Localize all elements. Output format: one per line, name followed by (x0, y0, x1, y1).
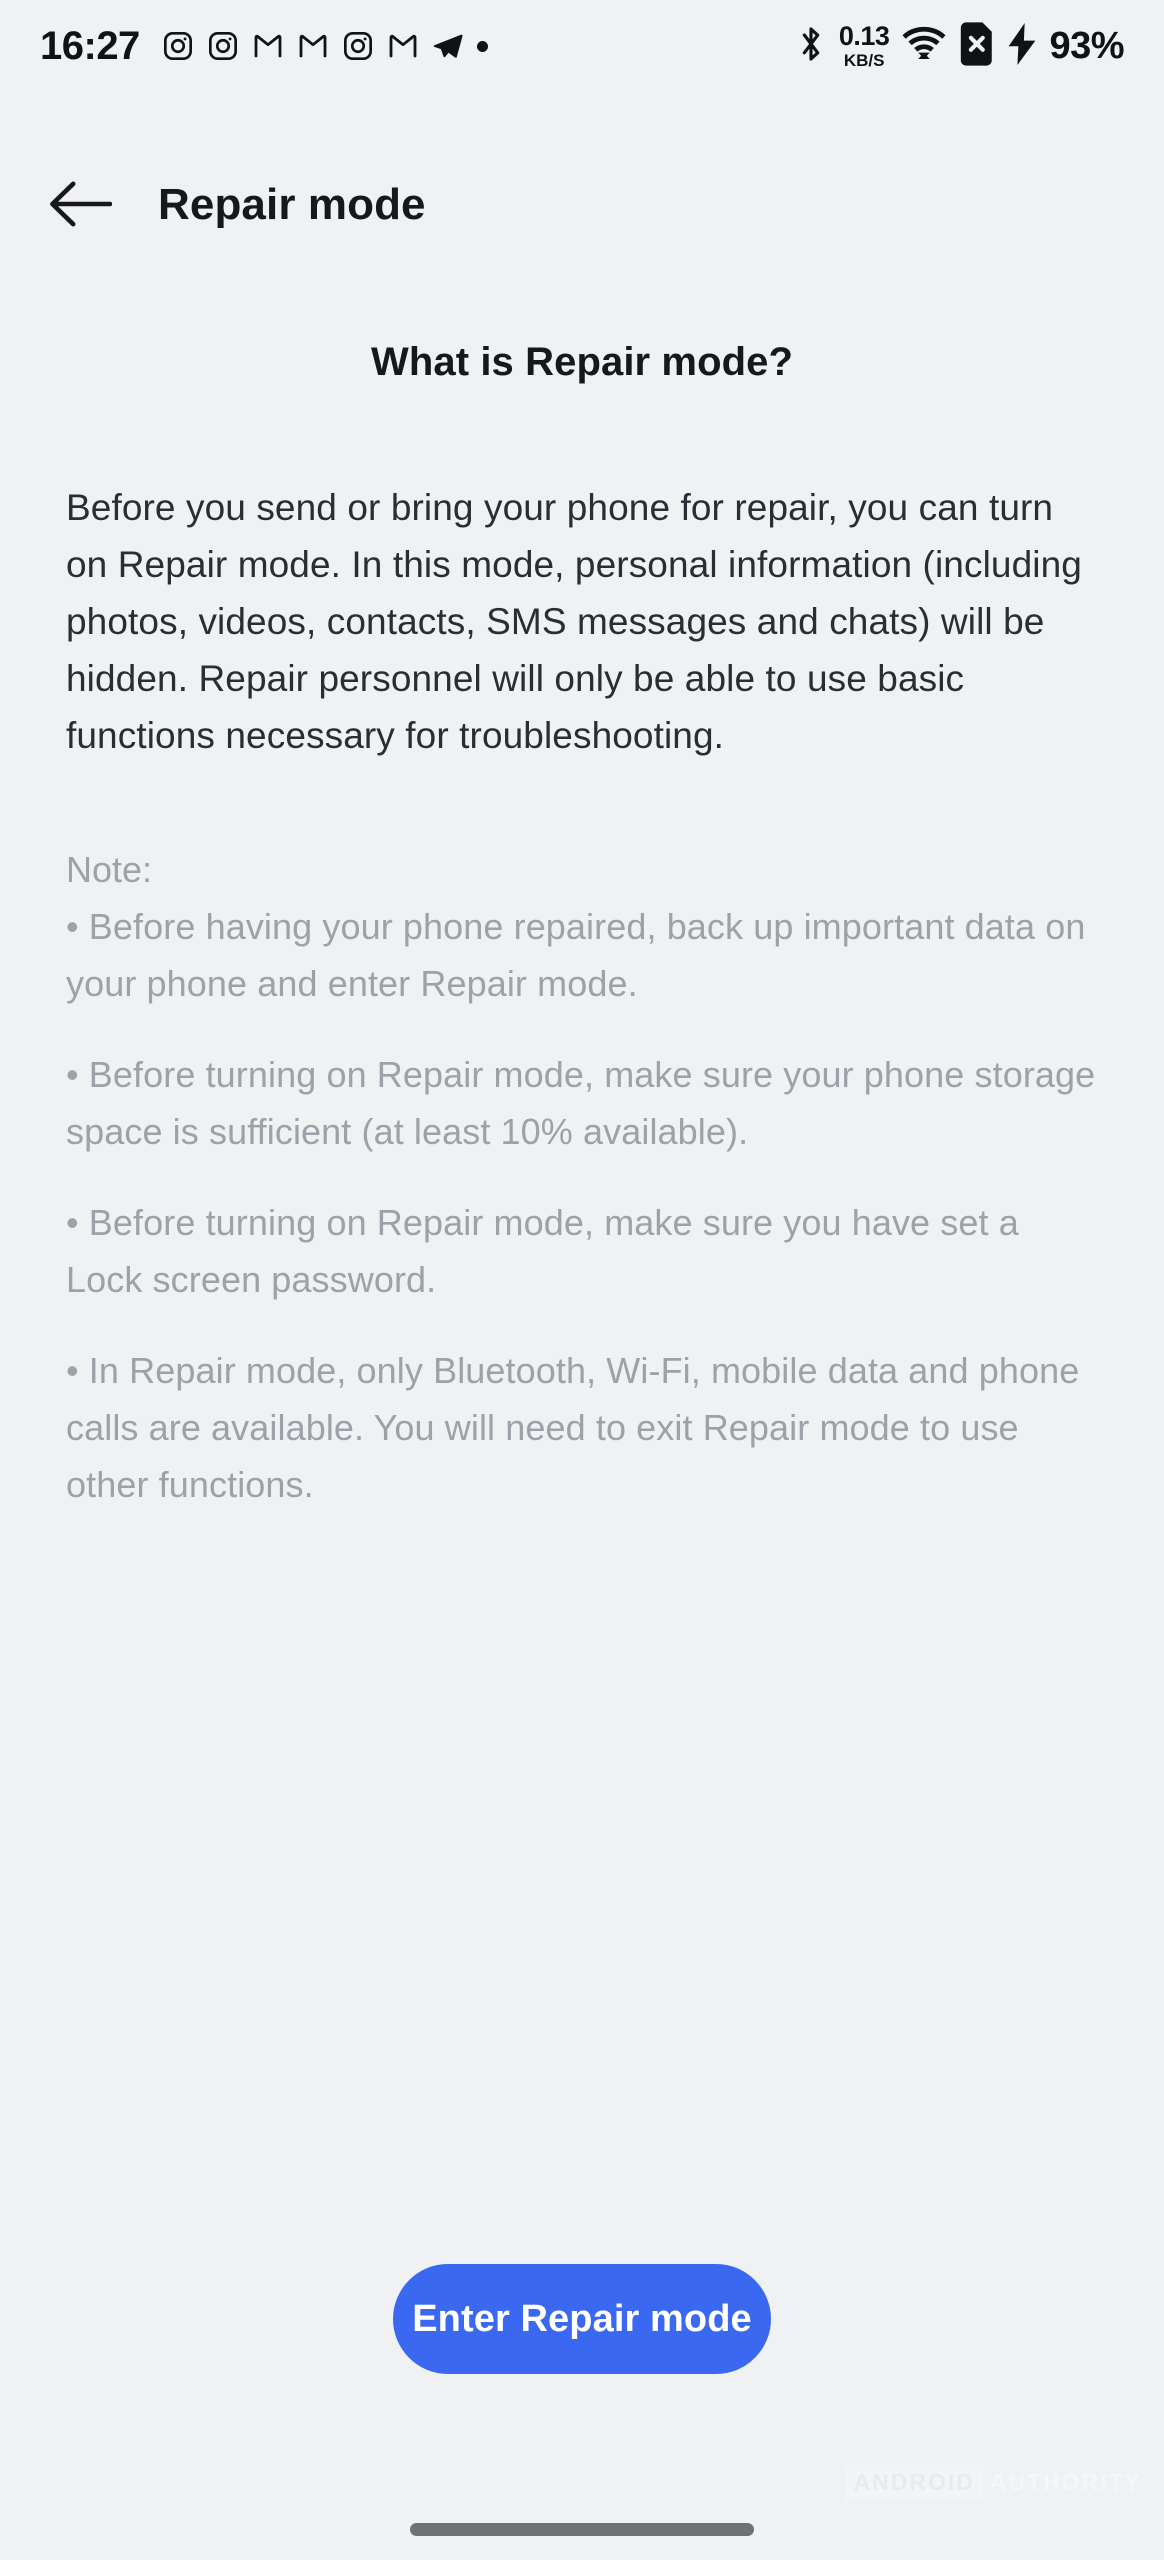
watermark-badge: ANDROID (845, 2465, 983, 2500)
wifi-icon (902, 26, 946, 67)
note-item: • Before turning on Repair mode, make su… (66, 1202, 1019, 1300)
status-bar-left: 16:27 (40, 24, 488, 69)
section-heading: What is Repair mode? (370, 340, 794, 384)
note-label: Note: (66, 849, 153, 890)
back-button[interactable] (44, 168, 118, 242)
enter-repair-mode-button[interactable]: Enter Repair mode (393, 2264, 771, 2374)
gmail-icon (252, 30, 284, 62)
watermark-text: AUTHORITY (989, 2469, 1142, 2495)
main-content: What is Repair mode? Before you send or … (0, 300, 1164, 1513)
page-title: Repair mode (158, 180, 426, 229)
instagram-icon (207, 30, 239, 62)
intro-paragraph: Before you send or bring your phone for … (66, 487, 1082, 756)
status-bar: 16:27 0.13 KB/S 93% (0, 0, 1164, 92)
notification-icons (162, 30, 488, 62)
bluetooth-icon (796, 24, 826, 69)
status-bar-right: 0.13 KB/S 93% (796, 21, 1124, 71)
watermark: ANDROID AUTHORITY (845, 2465, 1142, 2500)
charging-bolt-icon (1008, 22, 1036, 70)
dot-icon (476, 40, 488, 52)
gmail-icon (297, 30, 329, 62)
note-item: • Before having your phone repaired, bac… (66, 906, 1086, 1004)
network-speed-value: 0.13 (838, 21, 890, 51)
back-arrow-icon (50, 181, 113, 230)
app-bar: Repair mode (0, 150, 1164, 260)
network-speed-indicator: 0.13 KB/S (838, 21, 890, 70)
instagram-icon (162, 30, 194, 62)
instagram-icon (342, 30, 374, 62)
telegram-icon (432, 30, 464, 62)
note-item: • Before turning on Repair mode, make su… (66, 1054, 1096, 1152)
network-speed-unit: KB/S (843, 51, 885, 70)
battery-percentage: 93% (1049, 24, 1124, 67)
status-clock: 16:27 (40, 23, 140, 68)
gesture-nav-bar[interactable] (410, 2523, 754, 2536)
gmail-icon (387, 30, 419, 62)
sim-card-off-icon (959, 21, 995, 71)
note-item: • In Repair mode, only Bluetooth, Wi-Fi,… (66, 1350, 1080, 1505)
note-block: Note: • Before having your phone repaire… (66, 842, 1098, 1513)
